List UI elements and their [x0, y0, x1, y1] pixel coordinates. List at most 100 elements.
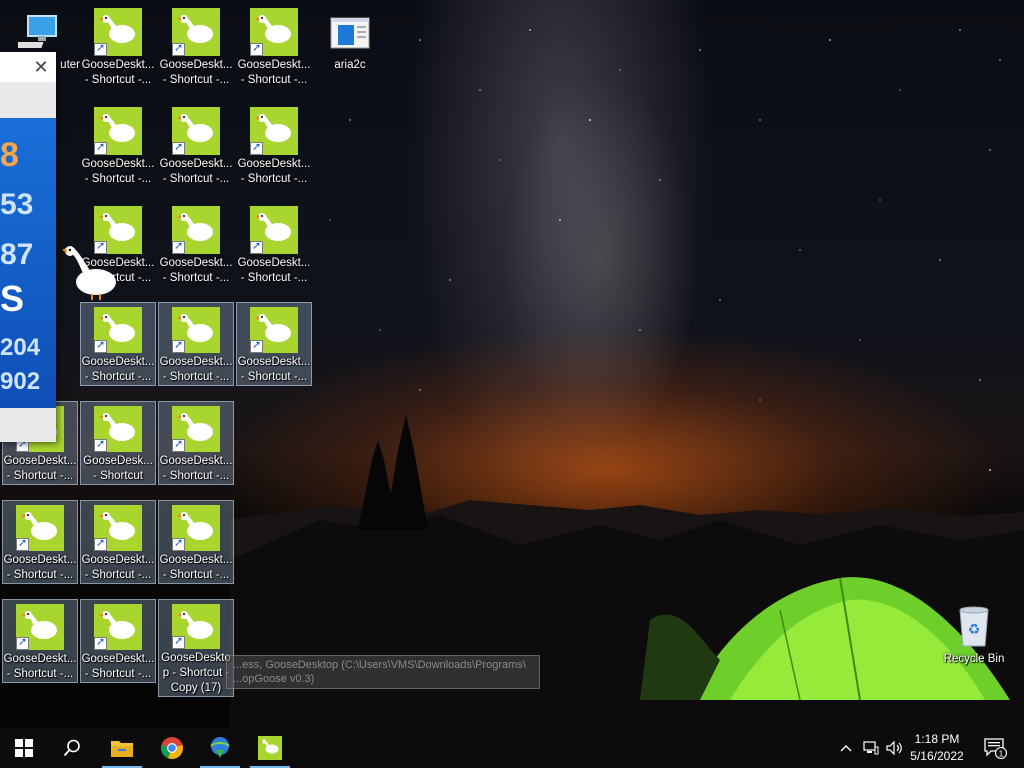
shortcut-arrow-icon — [16, 635, 29, 650]
start-button[interactable] — [0, 728, 48, 768]
goose-app-icon — [250, 107, 298, 155]
desktop-shortcut-goose[interactable]: GooseDeskt... - Shortcut -... — [158, 302, 234, 386]
search-button[interactable] — [48, 728, 96, 768]
desktop-shortcut-goose[interactable]: GooseDeskt... - Shortcut -... — [80, 599, 156, 683]
desktop-shortcut-goose[interactable]: GooseDeskt... - Shortcut -... — [158, 202, 234, 286]
shortcut-arrow-icon — [172, 239, 185, 254]
taskbar-app-file-explorer[interactable] — [98, 728, 146, 768]
desktop-shortcut-goose[interactable]: GooseDeskt... - Shortcut -... — [158, 500, 234, 584]
shortcut-arrow-icon — [250, 140, 263, 155]
chrome-icon — [161, 737, 183, 760]
desktop-icon-label: GooseDesktop - Shortcut - Copy (17) — [161, 652, 231, 694]
close-icon[interactable]: ✕ — [30, 56, 52, 78]
desktop-shortcut-goose[interactable]: GooseDesk... - Shortcut — [80, 401, 156, 485]
download-manager-icon — [210, 737, 230, 758]
desktop-shortcut-goose[interactable]: GooseDeskt... - Shortcut -... — [236, 4, 312, 88]
shortcut-arrow-icon — [94, 437, 107, 452]
shortcut-arrow-icon — [94, 140, 107, 155]
goose-app-icon — [172, 107, 220, 155]
folder-icon — [111, 741, 133, 757]
window-content-number: 8 — [0, 136, 19, 174]
window-titlebar[interactable]: ✕ — [0, 52, 56, 82]
desktop-icon-label: GooseDeskt... - Shortcut -... — [159, 158, 233, 185]
desktop-icon-label: GooseDesk... - Shortcut — [83, 455, 153, 482]
desktop-shortcut-goose[interactable]: GooseDeskt... - Shortcut -... — [2, 500, 78, 584]
desktop-icon-label: GooseDeskt... - Shortcut -... — [159, 59, 233, 86]
goose-app-icon — [172, 307, 220, 353]
desktop-shortcut-goose[interactable]: GooseDeskt... - Shortcut -... — [2, 599, 78, 683]
goose-app-icon — [172, 206, 220, 254]
desktop-shortcut-goose[interactable]: GooseDeskt... - Shortcut -... — [236, 302, 312, 386]
window-content-number: 53 — [0, 188, 34, 221]
shortcut-arrow-icon — [172, 338, 185, 353]
network-button[interactable] — [860, 728, 882, 768]
shortcut-arrow-icon — [94, 41, 107, 56]
desktop-shortcut-goose[interactable]: GooseDeskt... - Shortcut -... — [80, 500, 156, 584]
window-content-number: S — [0, 278, 25, 319]
network-icon — [863, 741, 879, 755]
taskbar-app-goose-desktop[interactable] — [246, 728, 294, 768]
goose-app-icon — [94, 8, 142, 56]
show-hidden-icons-button[interactable] — [836, 728, 856, 768]
taskbar-app-internet-download-manager[interactable] — [196, 728, 244, 768]
goose-app-icon — [94, 604, 142, 650]
chevron-up-icon — [840, 745, 852, 752]
goose-app-icon — [172, 8, 220, 56]
shortcut-arrow-icon — [172, 140, 185, 155]
recycle-bin-icon: ♻ — [950, 602, 998, 650]
goose-app-icon — [172, 505, 220, 551]
goose-app-icon — [258, 736, 282, 760]
desktop-icon-label: GooseDeskt... - Shortcut -... — [237, 59, 311, 86]
goose-app-icon — [16, 604, 64, 650]
computer-icon — [15, 8, 66, 56]
window-content-image: 8 53 87 S 204 902 — [0, 118, 56, 408]
action-center-button[interactable]: 1 — [978, 728, 1012, 768]
clock-date: 5/16/2022 — [910, 749, 964, 763]
shortcut-arrow-icon — [172, 536, 185, 551]
shortcut-arrow-icon — [172, 634, 185, 649]
search-icon — [63, 739, 80, 757]
shortcut-arrow-icon — [94, 338, 107, 353]
goose-app-icon — [172, 604, 220, 649]
desktop-shortcut-goose[interactable]: GooseDesktop - Shortcut - Copy (17) — [158, 599, 234, 697]
desktop-goose-character — [62, 246, 116, 300]
desktop-icon-label: Recycle Bin — [943, 653, 1005, 665]
desktop-shortcut-goose[interactable]: GooseDeskt... - Shortcut -... — [158, 4, 234, 88]
goose-app-icon — [94, 505, 142, 551]
desktop-shortcut-goose[interactable]: GooseDeskt... - Shortcut -... — [236, 202, 312, 286]
desktop-shortcut-goose[interactable]: GooseDeskt... - Shortcut -... — [80, 103, 156, 187]
clock-time: 1:18 PM — [914, 732, 960, 746]
window-content-number: 204 — [0, 334, 41, 361]
shortcut-arrow-icon — [250, 239, 263, 254]
taskbar: 1:18 PM 5/16/2022 1 — [0, 728, 1024, 768]
window-content-number: 87 — [0, 238, 34, 271]
desktop-icon-label: GooseDeskt... - Shortcut -... — [3, 455, 77, 482]
desktop-shortcut-goose[interactable]: GooseDeskt... - Shortcut -... — [158, 401, 234, 485]
shortcut-arrow-icon — [250, 41, 263, 56]
shortcut-arrow-icon — [94, 536, 107, 551]
goose-app-icon — [94, 406, 142, 452]
goose-app-icon — [94, 107, 142, 155]
desktop-shortcut-goose[interactable]: GooseDeskt... - Shortcut -... — [80, 302, 156, 386]
document-icon — [326, 8, 374, 56]
desktop-icon-label: GooseDeskt... - Shortcut -... — [159, 455, 233, 482]
notification-icon: 1 — [984, 738, 1007, 759]
tooltip: ...ess, GooseDesktop (C:\Users\VMS\Downl… — [226, 655, 540, 689]
taskbar-app-chrome[interactable] — [148, 728, 196, 768]
desktop-shortcut-goose[interactable]: GooseDeskt... - Shortcut -... — [158, 103, 234, 187]
desktop-icon-aria2c[interactable]: aria2c — [312, 4, 388, 88]
desktop-shortcut-goose[interactable]: GooseDeskt... - Shortcut -... — [236, 103, 312, 187]
tooltip-line: ...ess, GooseDesktop (C:\Users\VMS\Downl… — [233, 659, 526, 671]
desktop-icon-label: GooseDeskt... - Shortcut -... — [81, 653, 155, 680]
shortcut-arrow-icon — [250, 338, 263, 353]
desktop-icon-recycle-bin[interactable]: ♻ Recycle Bin — [936, 598, 1012, 682]
partial-window[interactable]: ✕ 8 53 87 S 204 902 — [0, 52, 56, 442]
windows-logo-icon — [15, 739, 33, 757]
taskbar-clock[interactable]: 1:18 PM 5/16/2022 — [902, 731, 972, 765]
shortcut-arrow-icon — [16, 536, 29, 551]
window-content-number: 902 — [0, 368, 41, 395]
goose-app-icon — [250, 307, 298, 353]
desktop-icon-label: GooseDeskt... - Shortcut -... — [159, 257, 233, 284]
desktop-shortcut-goose[interactable]: GooseDeskt... - Shortcut -... — [80, 4, 156, 88]
desktop-icon-label: GooseDeskt... - Shortcut -... — [237, 257, 311, 284]
